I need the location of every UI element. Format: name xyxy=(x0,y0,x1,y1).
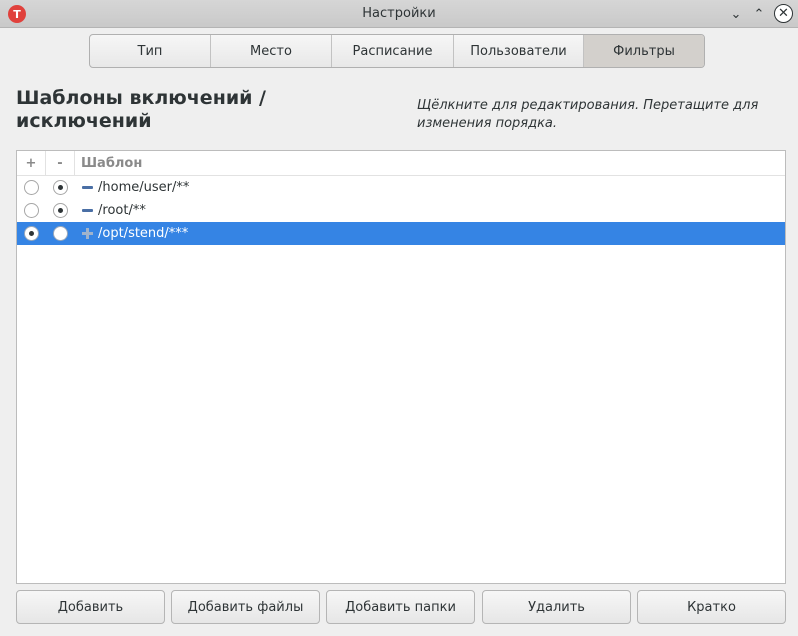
tab-type[interactable]: Тип xyxy=(90,35,211,67)
add-folders-button[interactable]: Добавить папки xyxy=(326,590,475,624)
column-header-pattern[interactable]: Шаблон xyxy=(75,151,142,176)
close-icon[interactable]: ✕ xyxy=(774,4,793,23)
minus-icon xyxy=(82,182,94,194)
pattern-text: /opt/stend/*** xyxy=(98,226,189,241)
include-cell xyxy=(17,199,46,222)
include-cell xyxy=(17,222,46,245)
pattern-text: /root/** xyxy=(98,203,146,218)
include-radio[interactable] xyxy=(24,226,39,241)
brief-button[interactable]: Кратко xyxy=(637,590,786,624)
pattern-text: /home/user/** xyxy=(98,180,190,195)
pattern-cell: /opt/stend/*** xyxy=(75,226,188,241)
add-button[interactable]: Добавить xyxy=(16,590,165,624)
include-radio[interactable] xyxy=(24,180,39,195)
exclude-radio[interactable] xyxy=(53,226,68,241)
remove-button[interactable]: Удалить xyxy=(482,590,631,624)
title-bar: T Настройки ⌄ ⌃ ✕ xyxy=(0,0,798,28)
section-heading: Шаблоны включений / исключений xyxy=(16,87,266,132)
exclude-cell xyxy=(46,199,75,222)
tab-users[interactable]: Пользователи xyxy=(454,35,584,67)
minus-icon xyxy=(82,205,94,217)
maximize-icon[interactable]: ⌃ xyxy=(749,4,769,24)
tab-schedule[interactable]: Расписание xyxy=(332,35,454,67)
column-header-include[interactable]: + xyxy=(17,150,46,176)
pattern-list[interactable]: + - Шаблон /home/user/** /root/** /opt/s… xyxy=(16,150,786,584)
column-header-exclude[interactable]: - xyxy=(46,150,75,176)
include-radio[interactable] xyxy=(24,203,39,218)
list-item[interactable]: /home/user/** xyxy=(17,176,785,199)
pattern-cell: /root/** xyxy=(75,203,146,218)
tab-filters[interactable]: Фильтры xyxy=(584,35,704,67)
exclude-radio[interactable] xyxy=(53,180,68,195)
minimize-icon[interactable]: ⌄ xyxy=(726,4,746,24)
exclude-cell xyxy=(46,176,75,199)
include-cell xyxy=(17,176,46,199)
add-files-button[interactable]: Добавить файлы xyxy=(171,590,320,624)
list-header: + - Шаблон xyxy=(17,150,785,176)
window-title: Настройки xyxy=(362,6,436,21)
exclude-radio[interactable] xyxy=(53,203,68,218)
tab-location[interactable]: Место xyxy=(211,35,332,67)
edit-hint: Щёлкните для редактирования. Перетащите … xyxy=(417,98,759,131)
list-item[interactable]: /root/** xyxy=(17,199,785,222)
tab-bar: Тип Место Расписание Пользователи Фильтр… xyxy=(89,34,705,68)
exclude-cell xyxy=(46,222,75,245)
list-item-selected[interactable]: /opt/stend/*** xyxy=(17,222,785,245)
pattern-cell: /home/user/** xyxy=(75,180,189,195)
plus-icon xyxy=(82,227,94,240)
